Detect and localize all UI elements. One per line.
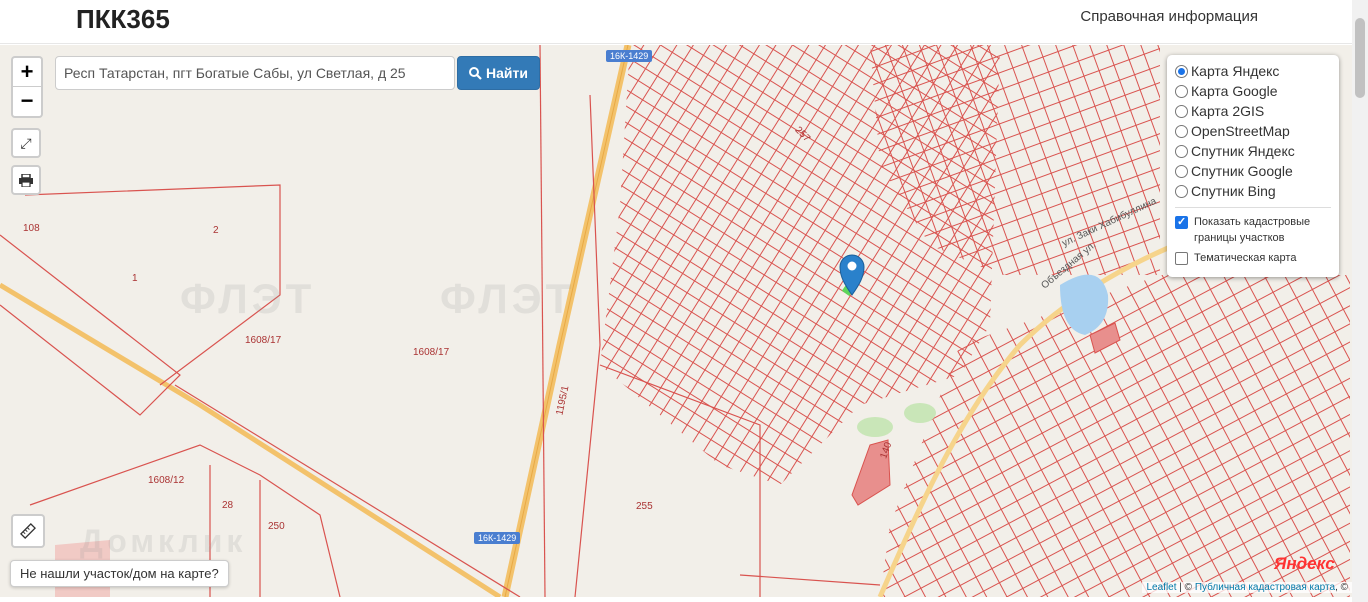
flat-watermark: ФЛЭТ bbox=[180, 275, 316, 322]
layer-option[interactable]: Карта 2GIS bbox=[1175, 101, 1331, 121]
scrollbar-thumb[interactable] bbox=[1355, 18, 1365, 98]
layer-option-label: Карта Яндекс bbox=[1191, 63, 1280, 79]
layer-option-label: Спутник Google bbox=[1191, 163, 1293, 179]
layer-radio[interactable] bbox=[1175, 104, 1188, 118]
layers-panel: Карта Яндекс Карта Google Карта 2GIS OpenSt… bbox=[1167, 55, 1339, 277]
cadastral-checkbox[interactable] bbox=[1175, 214, 1188, 230]
parcel-label: 108 bbox=[23, 223, 40, 234]
parcel-label: 255 bbox=[636, 501, 653, 512]
search-icon bbox=[469, 66, 482, 80]
zoom-control: + − bbox=[11, 56, 43, 118]
layer-radio[interactable] bbox=[1175, 84, 1188, 98]
thematic-toggle[interactable]: Тематическая карта bbox=[1175, 250, 1331, 266]
layer-option-label: Спутник Bing bbox=[1191, 183, 1276, 199]
layer-option[interactable]: Спутник Bing bbox=[1175, 181, 1331, 201]
fullscreen-button[interactable]: ⤢ bbox=[11, 128, 41, 158]
thematic-checkbox[interactable] bbox=[1175, 252, 1188, 265]
not-found-button[interactable]: Не нашли участок/дом на карте? bbox=[10, 560, 229, 587]
layer-option[interactable]: Спутник Google bbox=[1175, 161, 1331, 181]
parcel-label: 1608/17 bbox=[245, 335, 282, 346]
address-search-input[interactable]: Респ Татарстан, пгт Богатые Сабы, ул Све… bbox=[55, 56, 455, 90]
cadastral-toggle[interactable]: Показать кадастровые границы участков bbox=[1175, 214, 1331, 246]
parcel-label: 250 bbox=[268, 521, 285, 532]
thematic-label: Тематическая карта bbox=[1194, 252, 1297, 264]
reference-info-link[interactable]: Справочная информация bbox=[1080, 8, 1258, 25]
parcel-label: 1608/12 bbox=[148, 475, 185, 486]
layer-option-label: Спутник Яндекс bbox=[1191, 143, 1295, 159]
layer-radio[interactable] bbox=[1175, 124, 1188, 138]
road-shield: 16К-1429 bbox=[474, 532, 521, 544]
layer-radio[interactable] bbox=[1175, 64, 1188, 78]
yandex-logo: Яндекс bbox=[1274, 554, 1335, 573]
map-attribution: Leaflet | © Публичная кадастровая карта,… bbox=[1142, 582, 1352, 593]
layer-option[interactable]: OpenStreetMap bbox=[1175, 121, 1331, 141]
zoom-in-button[interactable]: + bbox=[13, 58, 41, 87]
layer-option-label: Карта Google bbox=[1191, 83, 1278, 99]
layer-option[interactable]: Карта Яндекс bbox=[1175, 61, 1331, 81]
ruler-icon bbox=[20, 523, 36, 539]
ruler-button[interactable] bbox=[11, 514, 45, 548]
map-canvas[interactable]: ФЛЭТ ФЛЭТ Домклик 108 2 1 1608/17 1608/1… bbox=[0, 45, 1352, 597]
layer-radio[interactable] bbox=[1175, 164, 1188, 178]
print-button[interactable] bbox=[11, 165, 41, 195]
page-scrollbar[interactable] bbox=[1352, 0, 1368, 602]
layer-radio[interactable] bbox=[1175, 184, 1188, 198]
parcel-label: 28 bbox=[222, 500, 234, 511]
printer-icon bbox=[19, 173, 33, 187]
search-button[interactable]: Найти bbox=[457, 56, 540, 90]
expand-icon: ⤢ bbox=[20, 134, 32, 151]
layer-option[interactable]: Спутник Яндекс bbox=[1175, 141, 1331, 161]
leaflet-link[interactable]: Leaflet bbox=[1146, 582, 1176, 593]
pkk-link[interactable]: Публичная кадастровая карта bbox=[1195, 582, 1335, 593]
zoom-out-button[interactable]: − bbox=[13, 87, 41, 116]
cadastral-label: Показать кадастровые границы участков bbox=[1194, 216, 1311, 244]
domclick-watermark: Домклик bbox=[80, 523, 247, 559]
flat-watermark: ФЛЭТ bbox=[440, 275, 576, 322]
brand-logo[interactable]: ПКК365 bbox=[76, 4, 170, 35]
parcel-label: 1 bbox=[132, 273, 138, 284]
search-button-label: Найти bbox=[486, 65, 528, 81]
attribution-tail: , © bbox=[1335, 582, 1348, 593]
road-shield: 16К-1429 bbox=[606, 50, 653, 62]
divider bbox=[1175, 207, 1331, 208]
layer-option-label: Карта 2GIS bbox=[1191, 103, 1265, 119]
layer-option-label: OpenStreetMap bbox=[1191, 123, 1290, 139]
header: ПКК365 Справочная информация bbox=[0, 0, 1352, 44]
parcel-label: 2 bbox=[213, 225, 219, 236]
layer-option[interactable]: Карта Google bbox=[1175, 81, 1331, 101]
attribution-sep: | © bbox=[1176, 582, 1195, 593]
layer-radio[interactable] bbox=[1175, 144, 1188, 158]
parcel-label: 1608/17 bbox=[413, 347, 450, 358]
